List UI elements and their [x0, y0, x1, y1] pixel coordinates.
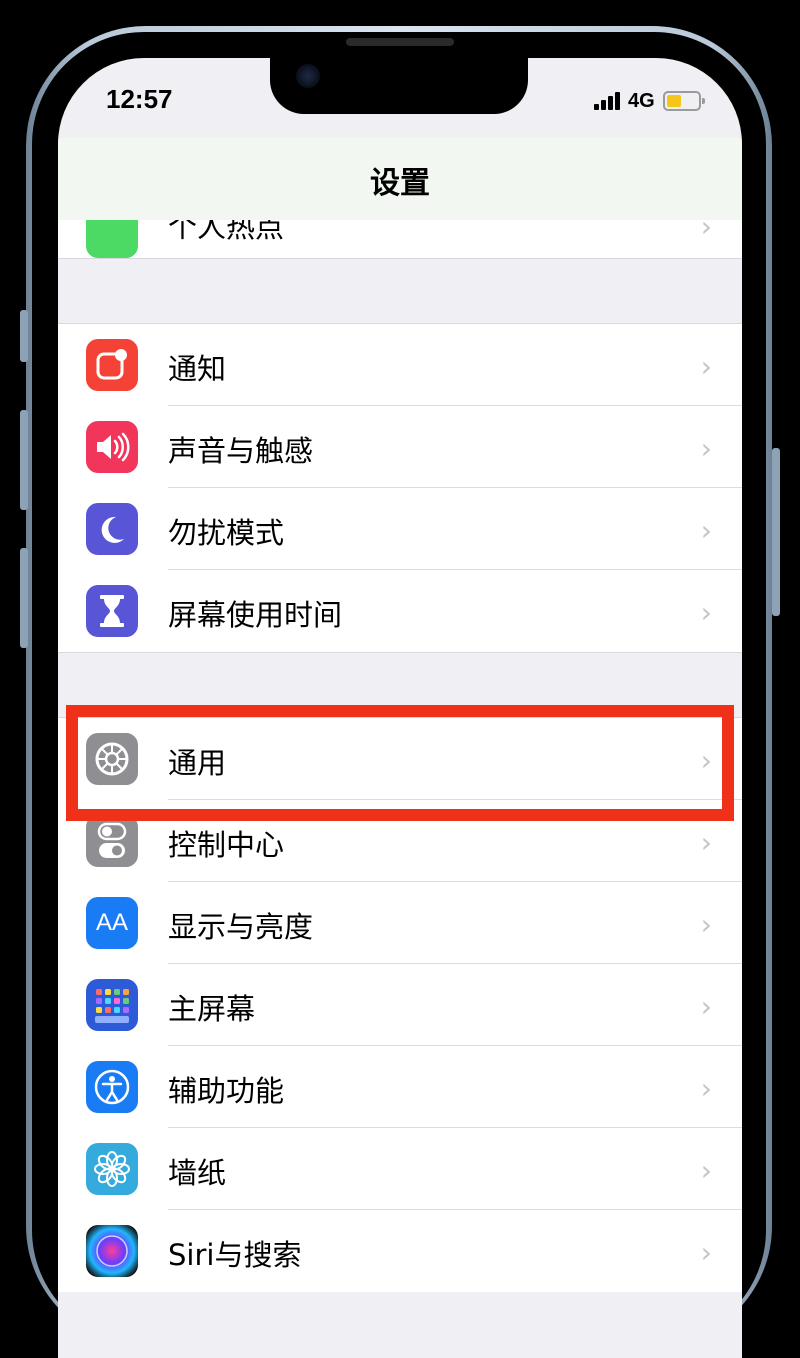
settings-row-label: 墙纸 [168, 1156, 227, 1190]
battery-icon [662, 91, 705, 111]
settings-group-notifications: 通知 › 声音与触感 › 勿扰模式 › 屏幕使用时间 › [58, 323, 742, 653]
settings-row-do-not-disturb[interactable]: 勿扰模式 › [58, 488, 742, 570]
settings-row-label: 屏幕使用时间 [168, 598, 343, 632]
notifications-icon [86, 339, 138, 391]
side-button-mute [20, 310, 28, 362]
settings-row-accessibility[interactable]: 辅助功能 › [58, 1046, 742, 1128]
text-size-icon: AA [86, 897, 138, 949]
notch [270, 58, 528, 114]
accessibility-icon [86, 1061, 138, 1113]
page-title: 设置 [370, 166, 430, 201]
settings-row-label: 主屏幕 [168, 992, 256, 1026]
side-button-volume-up [20, 410, 28, 510]
hotspot-icon [86, 220, 138, 258]
chevron-right-icon: › [700, 826, 712, 859]
home-screen-icon [86, 979, 138, 1031]
highlight-box-general [66, 705, 734, 821]
settings-row-label: 勿扰模式 [168, 516, 285, 550]
settings-row-display-brightness[interactable]: AA 显示与亮度 › [58, 882, 742, 964]
status-indicators: 4G [594, 89, 705, 112]
chevron-right-icon: › [700, 220, 712, 243]
settings-row-notifications[interactable]: 通知 › [58, 324, 742, 406]
toggles-icon [86, 815, 138, 867]
chevron-right-icon: › [700, 596, 712, 629]
settings-row-label: Siri与搜索 [168, 1238, 302, 1272]
front-camera [296, 64, 320, 88]
side-button-volume-down [20, 548, 28, 648]
cellular-signal-icon [594, 92, 622, 110]
settings-row-label: 个人热点 [168, 220, 285, 244]
settings-row-hotspot[interactable]: 个人热点 › [58, 220, 742, 259]
text-size-glyph: AA [95, 909, 128, 936]
siri-icon [86, 1225, 138, 1277]
chevron-right-icon: › [700, 432, 712, 465]
settings-row-home-screen[interactable]: 主屏幕 › [58, 964, 742, 1046]
wallpaper-flower-icon [86, 1143, 138, 1195]
moon-icon [86, 503, 138, 555]
side-button-power [772, 448, 780, 616]
settings-row-sounds[interactable]: 声音与触感 › [58, 406, 742, 488]
chevron-right-icon: › [700, 1154, 712, 1187]
chevron-right-icon: › [700, 908, 712, 941]
speaker-icon [86, 421, 138, 473]
network-type: 4G [628, 89, 655, 112]
settings-row-label: 控制中心 [168, 828, 285, 862]
status-time: 12:57 [106, 84, 173, 114]
settings-row-screen-time[interactable]: 屏幕使用时间 › [58, 570, 742, 652]
chevron-right-icon: › [700, 1072, 712, 1105]
hourglass-icon [86, 585, 138, 637]
chevron-right-icon: › [700, 990, 712, 1023]
settings-row-label: 声音与触感 [168, 434, 314, 468]
settings-row-label: 辅助功能 [168, 1074, 285, 1108]
settings-row-wallpaper[interactable]: 墙纸 › [58, 1128, 742, 1210]
settings-row-label: 显示与亮度 [168, 910, 314, 944]
chevron-right-icon: › [700, 350, 712, 383]
chevron-right-icon: › [700, 1236, 712, 1269]
settings-row-label: 通知 [168, 352, 227, 386]
section-gap [58, 259, 742, 323]
earpiece-speaker [346, 38, 454, 46]
navigation-bar: 设置 [58, 138, 742, 221]
chevron-right-icon: › [700, 514, 712, 547]
